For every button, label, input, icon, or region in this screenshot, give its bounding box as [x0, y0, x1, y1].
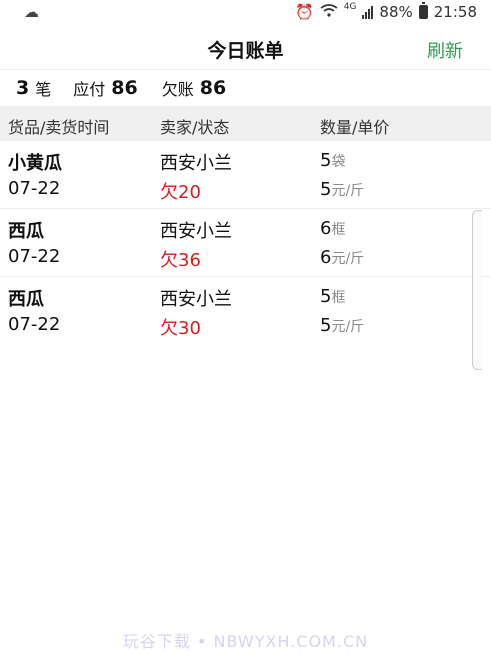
- debt-status: 欠20: [160, 182, 201, 203]
- title-bar: 今日账单 刷新: [0, 26, 491, 70]
- refresh-button[interactable]: 刷新: [427, 37, 463, 63]
- payable-value: 86: [111, 77, 138, 99]
- sale-date: 07-22: [8, 178, 61, 199]
- debt-value: 86: [199, 77, 227, 99]
- quantity-unit: 框: [331, 222, 346, 238]
- unit-price: 6元/斤: [320, 247, 365, 268]
- table-row[interactable]: 小黄瓜 07-22 西安小兰 欠20 5袋 5元/斤: [0, 141, 491, 209]
- page-title: 今日账单: [207, 40, 284, 62]
- debt-label: 欠账: [161, 80, 194, 99]
- quantity: 5袋: [320, 150, 346, 171]
- table-row[interactable]: 西瓜 07-22 西安小兰 欠30 5框 5元/斤: [0, 277, 491, 345]
- sale-date: 07-22: [8, 314, 61, 335]
- side-pull-handle[interactable]: [472, 210, 482, 370]
- debt-status: 欠30: [160, 318, 201, 339]
- column-header-qty: 数量/单价: [320, 118, 390, 137]
- battery-icon: [418, 2, 428, 19]
- signal-icon: [362, 5, 374, 19]
- column-header-seller: 卖家/状态: [160, 118, 230, 137]
- quantity: 6框: [320, 218, 346, 239]
- column-header-goods: 货品/卖货时间: [8, 118, 110, 137]
- sale-date: 07-22: [8, 246, 61, 267]
- status-icons: ⏰ 4G 88% 21:58: [295, 2, 477, 21]
- network-type: 4G: [343, 2, 357, 12]
- price-unit: 元/斤: [331, 319, 365, 335]
- seller-name: 西安小兰: [160, 221, 232, 242]
- status-bar: ☁ ⏰ 4G 88% 21:58: [0, 0, 491, 26]
- weather-icon: ☁: [24, 3, 39, 21]
- quantity: 5框: [320, 286, 346, 307]
- unit-price: 5元/斤: [320, 179, 365, 200]
- quantity-unit: 袋: [331, 154, 346, 170]
- battery-percent: 88%: [379, 3, 413, 21]
- table-header: 货品/卖货时间 卖家/状态 数量/单价: [0, 106, 491, 141]
- bill-summary: 3 笔 应付 86 欠账 86: [0, 70, 491, 106]
- bill-list: 小黄瓜 07-22 西安小兰 欠20 5袋 5元/斤 西瓜 07-22 西安小兰…: [0, 141, 491, 345]
- alarm-icon: ⏰: [295, 3, 314, 21]
- price-unit: 元/斤: [331, 251, 365, 267]
- watermark: 玩谷下载 • NBWYXH.COM.CN: [122, 632, 369, 651]
- table-row[interactable]: 西瓜 07-22 西安小兰 欠36 6框 6元/斤: [0, 209, 491, 277]
- goods-name: 小黄瓜: [8, 153, 62, 174]
- price-unit: 元/斤: [331, 183, 365, 199]
- wifi-icon: [320, 3, 338, 21]
- goods-name: 西瓜: [8, 289, 44, 310]
- bill-count-unit: 笔: [35, 80, 52, 99]
- quantity-unit: 框: [331, 290, 346, 306]
- bill-count: 3: [16, 77, 30, 99]
- debt-status: 欠36: [160, 250, 201, 271]
- clock: 21:58: [433, 3, 477, 21]
- payable-label: 应付: [73, 80, 106, 99]
- seller-name: 西安小兰: [160, 289, 232, 310]
- goods-name: 西瓜: [8, 221, 44, 242]
- unit-price: 5元/斤: [320, 315, 365, 336]
- seller-name: 西安小兰: [160, 153, 232, 174]
